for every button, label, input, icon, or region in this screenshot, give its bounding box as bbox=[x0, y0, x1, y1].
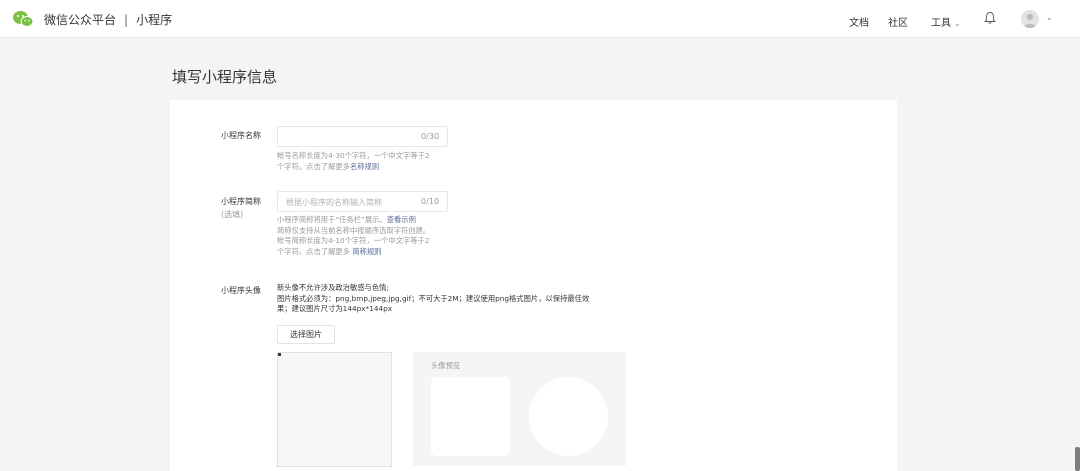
brand-title[interactable]: 微信公众平台 | 小程序 bbox=[44, 11, 172, 28]
name-tip-line: 个字符。点击了解更多 bbox=[277, 161, 350, 171]
short-name-optional: (选填) bbox=[221, 210, 244, 219]
avatar-label: 小程序头像 bbox=[221, 286, 261, 295]
avatar-tip-line: 新头像不允许涉及政治敏感与色情; bbox=[277, 283, 389, 292]
avatar-preview-title: 头像预览 bbox=[431, 361, 461, 370]
avatar-preview-square bbox=[431, 377, 510, 456]
name-tip-line: 帐号名称长度为4-30个字符，一个中文字等于2 bbox=[277, 151, 430, 160]
user-avatar-icon[interactable] bbox=[1021, 10, 1039, 28]
choose-image-button[interactable]: 选择图片 bbox=[277, 325, 335, 344]
chevron-down-icon[interactable]: ⌄ bbox=[1046, 13, 1053, 22]
bell-icon[interactable] bbox=[983, 11, 997, 25]
scrollbar-thumb[interactable] bbox=[1075, 447, 1080, 471]
scrollbar-track[interactable] bbox=[1075, 38, 1080, 471]
short-name-rules-link[interactable]: 简称规则 bbox=[352, 247, 381, 256]
page-title: 填写小程序信息 bbox=[172, 68, 278, 86]
short-name-tip-line: 小程序简称将用于“任务栏”展示。 bbox=[277, 215, 387, 224]
name-label: 小程序名称 bbox=[221, 131, 261, 140]
short-name-label: 小程序简称 (选填) bbox=[221, 196, 261, 221]
avatar-tip-line: 果；建议图片尺寸为144px*144px bbox=[277, 304, 393, 313]
chevron-down-icon: ⌄ bbox=[954, 19, 961, 28]
top-navbar: 微信公众平台 | 小程序 文档 社区 工具 ⌄ ⌄ bbox=[0, 0, 1080, 38]
crop-handle[interactable] bbox=[278, 353, 281, 356]
short-name-input-placeholder: 根据小程序的名称输入简称 bbox=[286, 198, 382, 207]
avatar-preview-panel: 头像预览 bbox=[413, 352, 626, 466]
avatar-tip: 新头像不允许涉及政治敏感与色情; 图片格式必须为：png,bmp,jpeg,jp… bbox=[277, 283, 637, 315]
brand-section: 小程序 bbox=[136, 13, 173, 27]
short-name-input[interactable]: 根据小程序的名称输入简称 0/10 bbox=[277, 191, 448, 212]
avatar-preview-circle bbox=[529, 377, 608, 456]
view-example-link[interactable]: 查看示例 bbox=[387, 215, 416, 224]
name-char-counter: 0/30 bbox=[421, 132, 439, 141]
short-name-label-text: 小程序简称 bbox=[221, 197, 261, 206]
brand-separator: | bbox=[124, 13, 129, 27]
short-name-tip-line: 帐号简称长度为4-10个字符，一个中文字等于2 bbox=[277, 236, 430, 245]
nav-tools[interactable]: 工具 ⌄ bbox=[931, 14, 961, 29]
wechat-logo-icon[interactable] bbox=[12, 10, 34, 28]
avatar-tip-line: 图片格式必须为：png,bmp,jpeg,jpg,gif；不可大于2M；建议使用… bbox=[277, 293, 590, 303]
name-rules-link[interactable]: 名称规则 bbox=[350, 162, 379, 171]
short-name-tip-line: 简称仅支持从当前名称中按顺序选取字符创建。 bbox=[277, 225, 431, 235]
name-input[interactable]: 0/30 bbox=[277, 126, 448, 147]
image-crop-area[interactable] bbox=[277, 352, 392, 467]
short-name-char-counter: 0/10 bbox=[421, 197, 439, 206]
nav-community[interactable]: 社区 bbox=[888, 14, 908, 29]
name-tip: 帐号名称长度为4-30个字符，一个中文字等于2 个字符。点击了解更多名称规则 bbox=[277, 151, 452, 172]
nav-docs[interactable]: 文档 bbox=[849, 14, 869, 29]
short-name-tip-line: 个字符。点击了解更多 bbox=[277, 246, 353, 256]
nav-tools-label: 工具 bbox=[931, 18, 951, 29]
brand-name: 微信公众平台 bbox=[44, 13, 117, 27]
short-name-tip: 小程序简称将用于“任务栏”展示。查看示例 简称仅支持从当前名称中按顺序选取字符创… bbox=[277, 215, 452, 257]
